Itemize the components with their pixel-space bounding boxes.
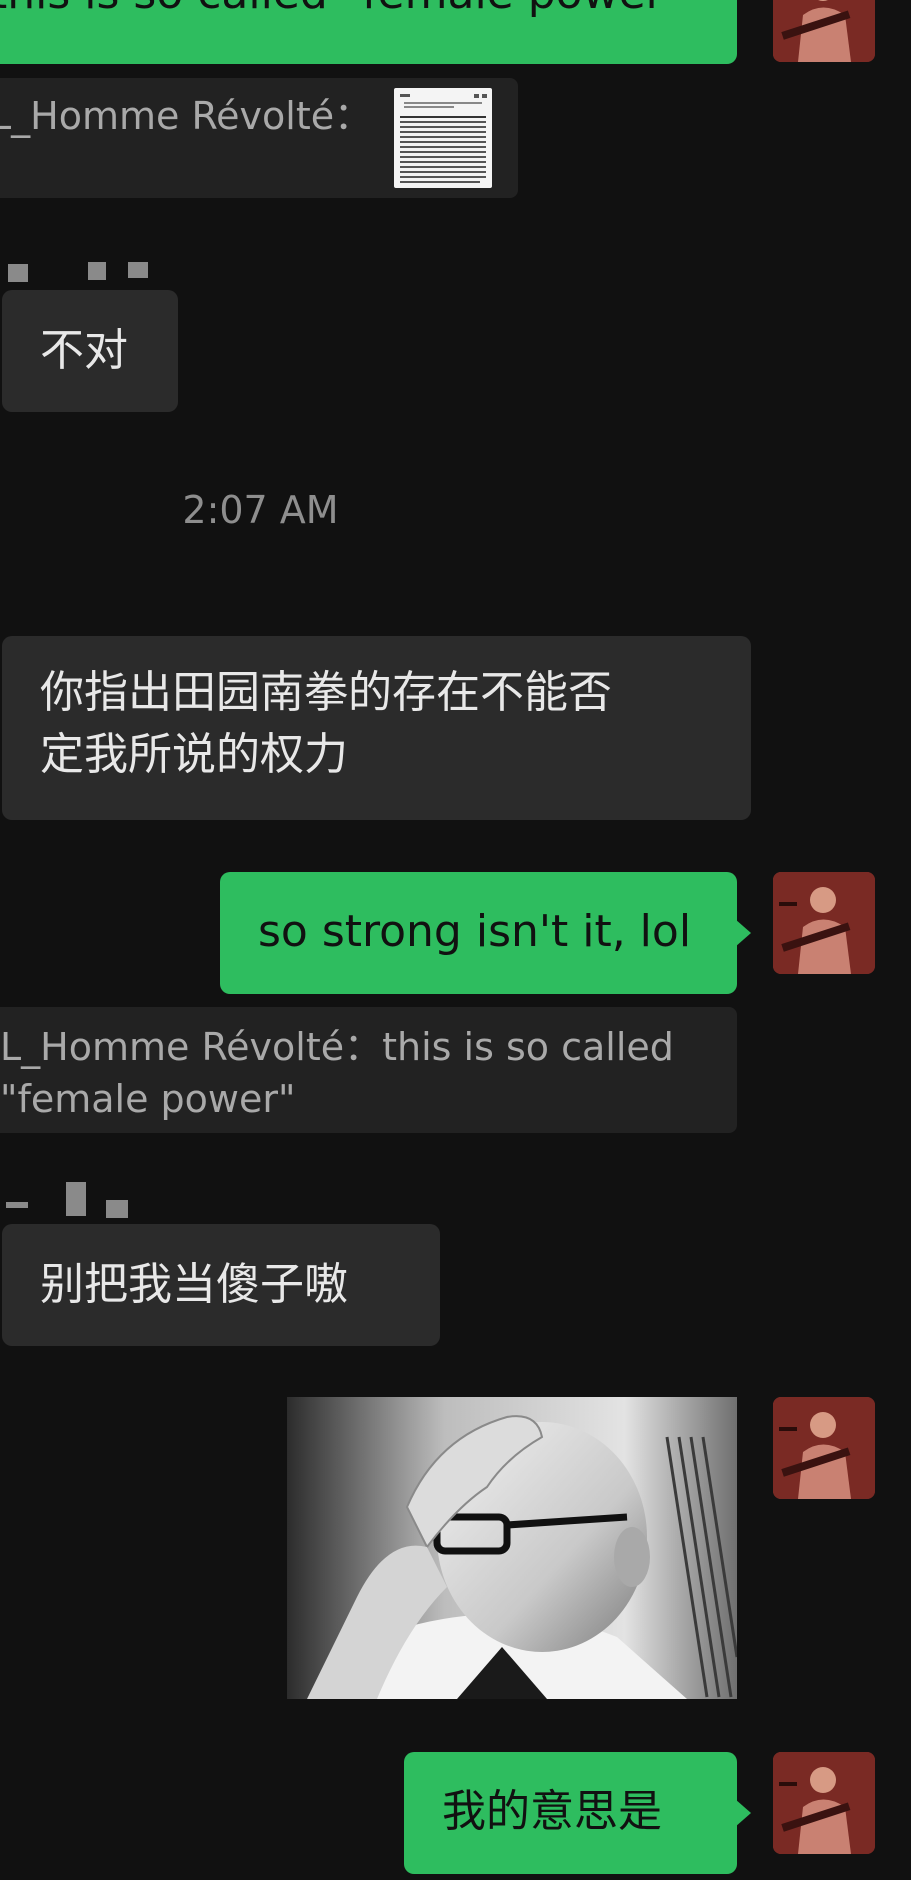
man-photo-icon <box>287 1397 737 1699</box>
bubble-tail <box>735 919 751 947</box>
bubble-tail <box>735 8 737 36</box>
quote-sender: L_Homme Révolté： <box>0 94 373 138</box>
avatar[interactable] <box>773 1752 875 1854</box>
avatar[interactable] <box>773 0 875 62</box>
quote-text-line: L_Homme Révolté：this is so called <box>0 1025 674 1069</box>
message-text-line: 你指出田园南拳的存在不能否 <box>40 667 612 718</box>
guitarist-icon <box>773 1397 875 1499</box>
sender-name-redacted <box>0 1182 140 1218</box>
incoming-bubble[interactable]: 你指出田园南拳的存在不能否 定我所说的权力 <box>2 636 751 820</box>
message-text-line: 定我所说的权力 <box>40 729 348 780</box>
quote-box[interactable]: L_Homme Révolté： <box>0 78 518 198</box>
avatar[interactable] <box>773 1397 875 1499</box>
guitarist-icon <box>773 1752 875 1854</box>
message-text: so strong isn't it, lol <box>258 906 692 957</box>
incoming-bubble[interactable]: 不对 <box>2 290 178 412</box>
quote-text-line: "female power" <box>0 1077 296 1121</box>
document-thumbnail[interactable] <box>394 88 492 188</box>
outgoing-bubble[interactable]: so strong isn't it, lol <box>220 872 751 994</box>
outgoing-bubble[interactable]: 我的意思是 <box>404 1752 751 1874</box>
timestamp: 2:07 AM <box>182 488 339 532</box>
guitarist-icon <box>773 0 875 62</box>
message-text: 我的意思是 <box>442 1786 662 1837</box>
sender-name-redacted <box>0 262 160 282</box>
message-text: 不对 <box>40 325 128 376</box>
quote-box[interactable]: L_Homme Révolté：this is so called "femal… <box>0 1007 737 1133</box>
message-text: 别把我当傻子嗷 <box>40 1259 348 1310</box>
incoming-bubble[interactable]: 别把我当傻子嗷 <box>2 1224 440 1346</box>
photo-message[interactable] <box>287 1397 737 1699</box>
outgoing-bubble-top[interactable]: this is so called "female power" <box>0 0 737 64</box>
guitarist-icon <box>773 872 875 974</box>
message-text: this is so called "female power" <box>0 0 684 22</box>
document-icon <box>400 94 487 183</box>
bubble-tail <box>735 1799 751 1827</box>
avatar[interactable] <box>773 872 875 974</box>
